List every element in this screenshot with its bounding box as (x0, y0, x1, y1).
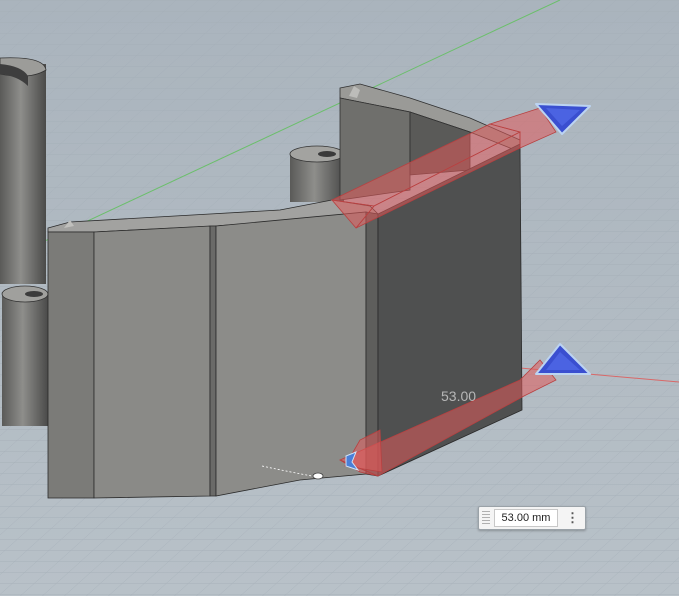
dimension-input-box[interactable]: 53.00 mm ⋮ (478, 506, 586, 530)
vertical-ellipsis-icon[interactable]: ⋮ (566, 511, 579, 525)
lower-hinge-cylinder (1, 285, 49, 426)
left-hinge-post (0, 57, 47, 284)
distance-input[interactable]: 53.00 mm (494, 509, 558, 527)
back-boss-cylinder (289, 145, 345, 202)
dimension-overlay-label: 53.00 (441, 388, 476, 404)
drag-grip-icon[interactable] (482, 511, 490, 525)
